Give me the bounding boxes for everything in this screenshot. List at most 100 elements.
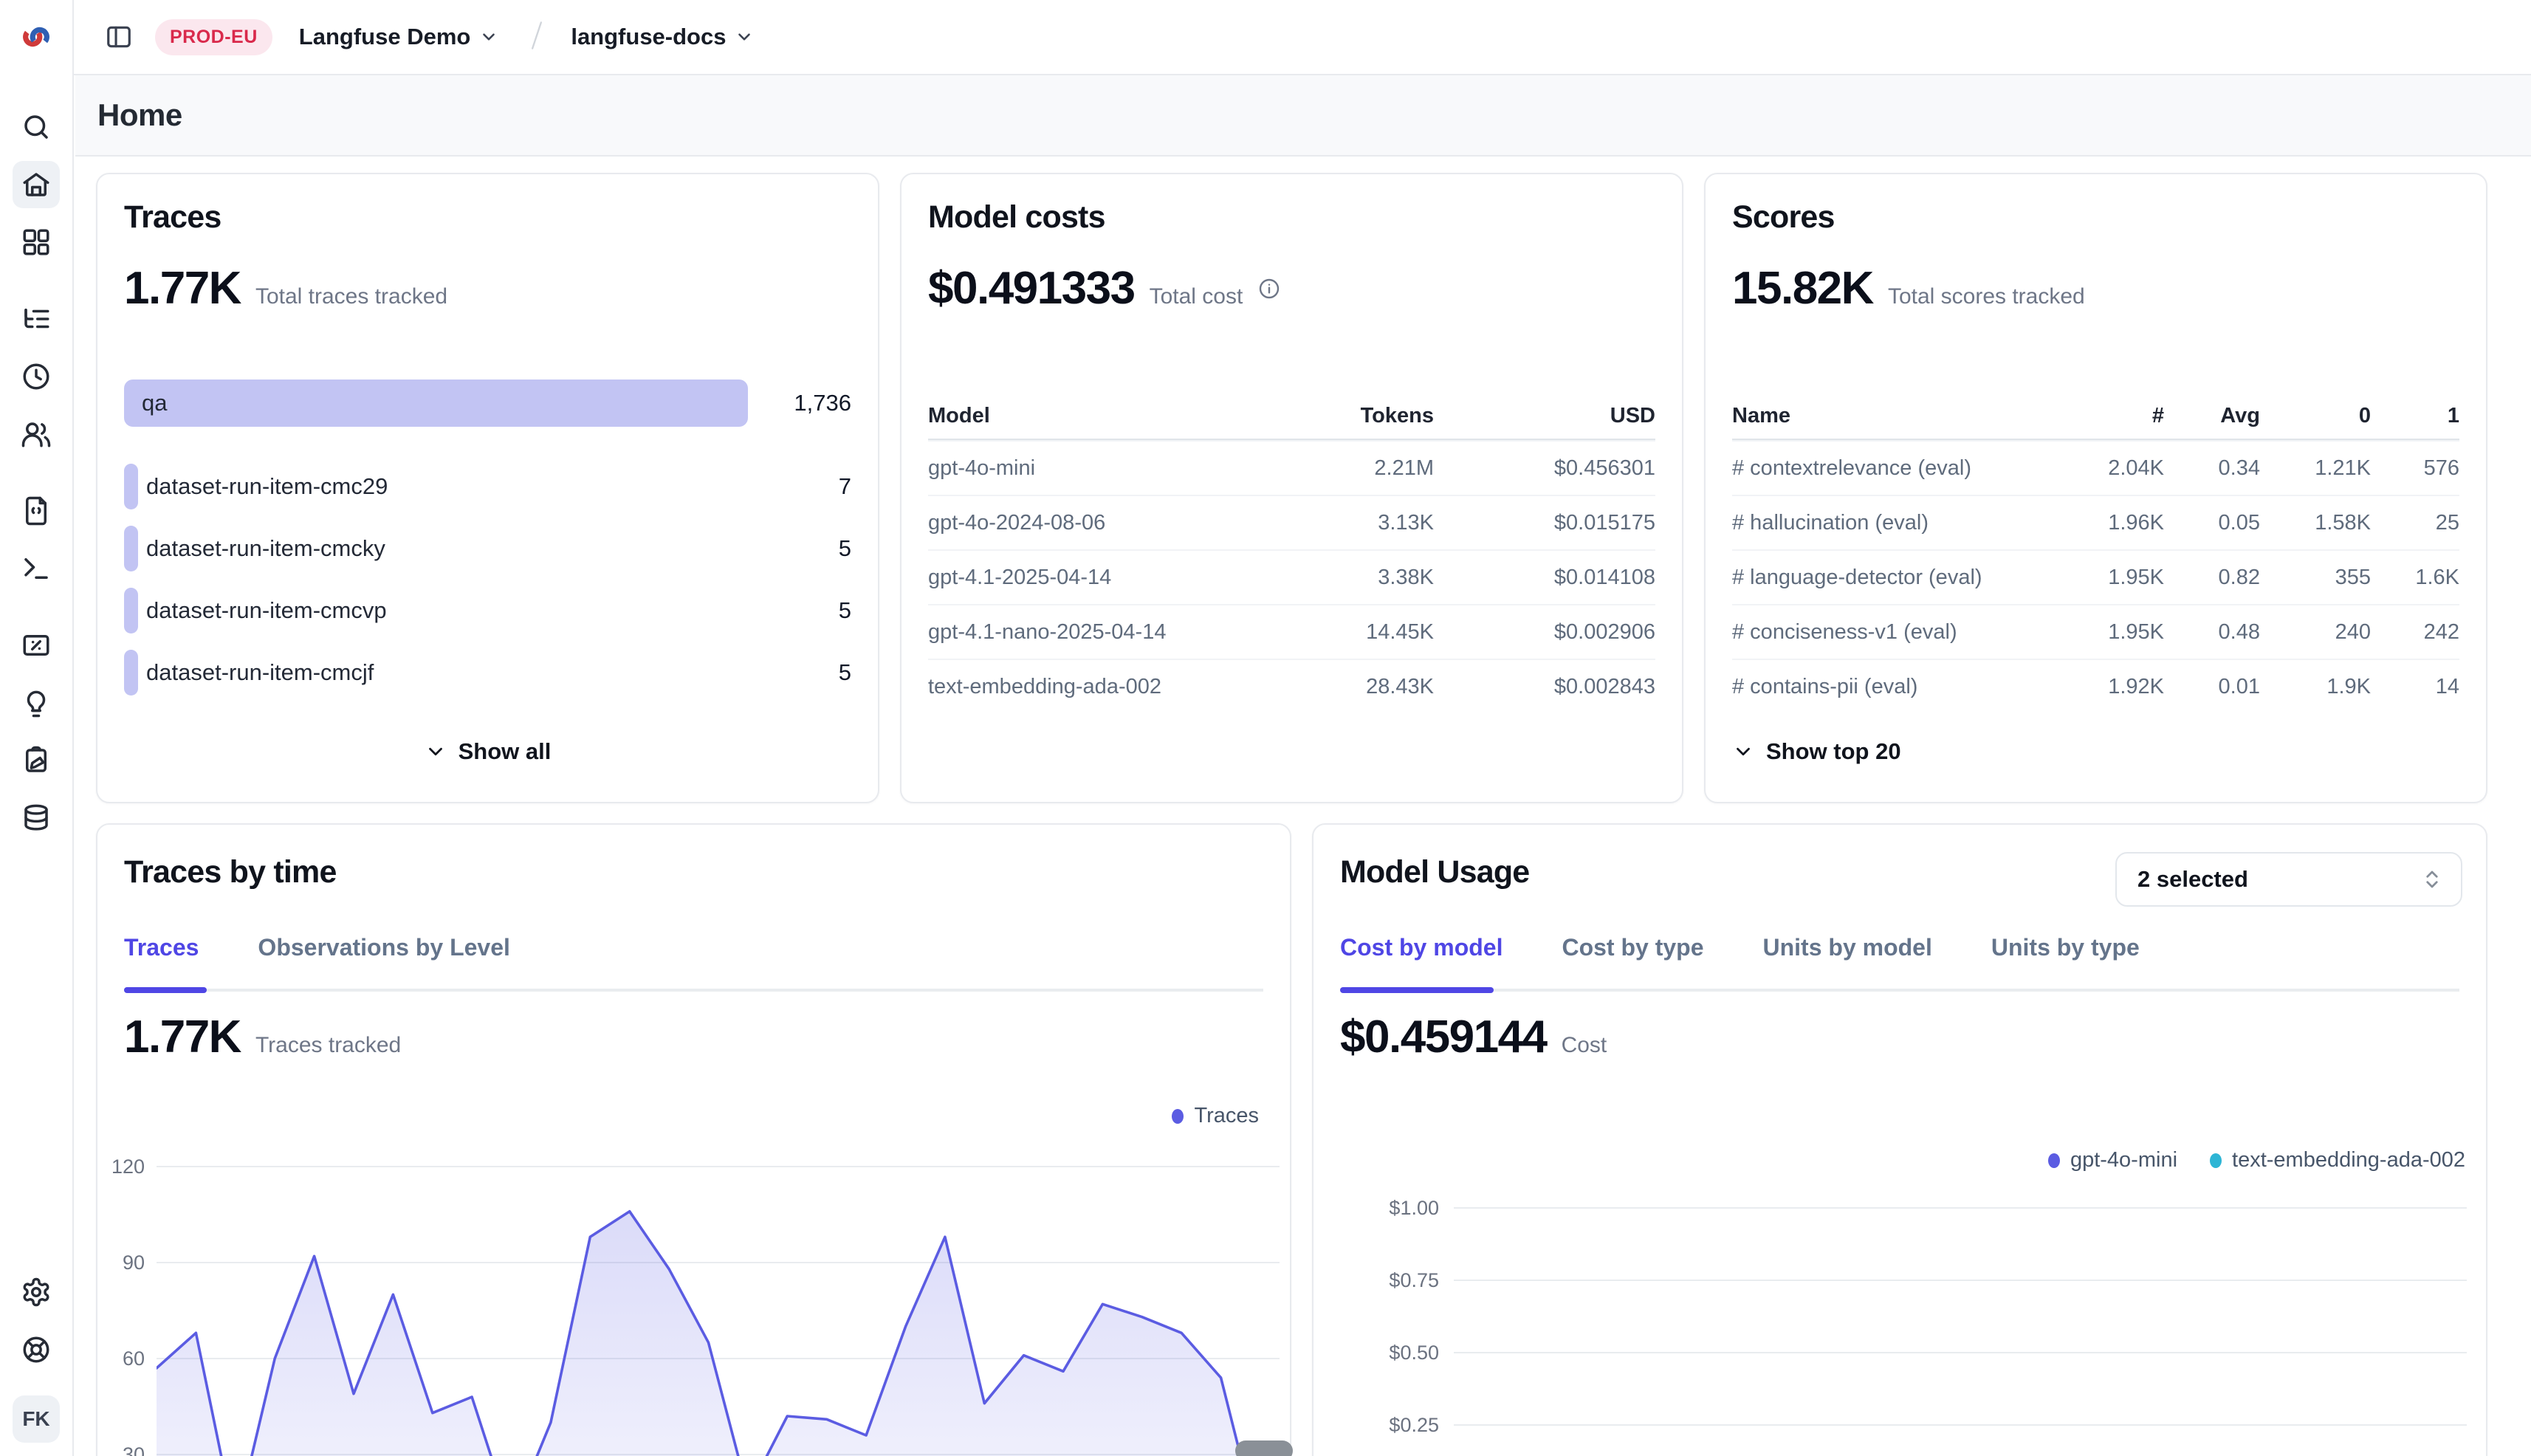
y-tick: $0.50 (1328, 1342, 1439, 1364)
model-costs-table: Model Tokens USD gpt-4o-mini 2.21M $0.45… (928, 393, 1655, 713)
sidebar-item-prompts[interactable] (13, 487, 60, 535)
gridline (1454, 1424, 2467, 1426)
sidebar-nav (13, 103, 60, 842)
table-header: Model Tokens USD (928, 393, 1655, 440)
legend-item: text-embedding-ada-002 (2210, 1148, 2465, 1172)
card-title: Model costs (928, 199, 1655, 236)
sidebar-item-annotation[interactable] (13, 737, 60, 784)
y-tick: 30 (97, 1443, 145, 1456)
sidebar-toggle-button[interactable] (105, 23, 133, 51)
bar (124, 526, 138, 571)
main-content: Traces 1.77K Total traces tracked qa 1,7… (96, 173, 2487, 1456)
tab-units-by-model[interactable]: Units by model (1754, 934, 1941, 961)
sidebar-item-users[interactable] (13, 411, 60, 458)
avatar[interactable]: FK (13, 1395, 60, 1443)
info-icon[interactable] (1257, 277, 1281, 301)
tab-traces[interactable]: Traces (115, 934, 207, 961)
dashboard-grid-icon (21, 227, 52, 258)
legend-dot (2048, 1153, 2060, 1168)
bar-label: qa (142, 390, 167, 416)
model-costs-card: Model costs $0.491333 Total cost Model T… (900, 173, 1683, 803)
bar-label: dataset-run-item-cmcjf (146, 659, 374, 686)
org-name: Langfuse Demo (299, 24, 471, 50)
sidebar: FK (0, 0, 74, 1456)
tab-cost-by-type[interactable]: Cost by type (1553, 934, 1712, 961)
total-cost-label: Total cost (1150, 284, 1243, 309)
prompts-file-icon (21, 495, 52, 526)
total-cost: $0.491333 (928, 262, 1135, 315)
bar-row: dataset-run-item-cmc29 7 (124, 464, 851, 509)
chevrons-up-down-icon (2421, 868, 2443, 890)
table-header: Name # Avg 0 1 (1732, 393, 2459, 440)
y-tick: $0.25 (1328, 1414, 1439, 1437)
database-icon (21, 803, 52, 834)
chart-legend: gpt-4o-mini text-embedding-ada-002 (2048, 1148, 2465, 1172)
model-usage-card: Model Usage 2 selected Cost by model Cos… (1312, 823, 2487, 1456)
org-switcher[interactable]: Langfuse Demo (299, 24, 499, 50)
home-icon (21, 169, 52, 200)
model-usage-tabs: Cost by model Cost by type Units by mode… (1331, 934, 2149, 961)
traces-by-time-card: Traces by time Traces Observations by Le… (96, 823, 1291, 1456)
y-tick: 120 (97, 1155, 145, 1178)
bar-count: 5 (748, 588, 851, 633)
card-title: Traces by time (124, 854, 337, 890)
sidebar-item-tracing[interactable] (13, 295, 60, 343)
settings-gear-icon (21, 1277, 52, 1308)
bar (124, 588, 138, 633)
bar-label: dataset-run-item-cmcky (146, 535, 385, 562)
table-row: text-embedding-ada-002 28.43K $0.002843 (928, 659, 1655, 713)
chevron-down-icon (1732, 741, 1754, 763)
scores-table: Name # Avg 0 1 # contextrelevance (eval)… (1732, 393, 2459, 713)
show-top-20-button[interactable]: Show top 20 (1732, 738, 1901, 765)
table-row: # contains-pii (eval) 1.92K 0.01 1.9K 14 (1732, 659, 2459, 713)
langfuse-logo-icon[interactable] (19, 20, 53, 54)
support-button[interactable] (13, 1326, 60, 1373)
legend-item: gpt-4o-mini (2048, 1148, 2177, 1172)
sidebar-item-search[interactable] (13, 103, 60, 151)
page-title: Home (97, 97, 182, 133)
sidebar-bottom: FK (13, 1268, 60, 1456)
tab-observations-by-level[interactable]: Observations by Level (249, 934, 518, 961)
traces-card: Traces 1.77K Total traces tracked qa 1,7… (96, 173, 879, 803)
sidebar-item-datasets[interactable] (13, 794, 60, 842)
bar-label: dataset-run-item-cmcvp (146, 597, 387, 624)
sidebar-item-judge[interactable] (13, 679, 60, 727)
chevron-down-icon (479, 27, 498, 47)
users-icon (21, 419, 52, 450)
table-row: # contextrelevance (eval) 2.04K 0.34 1.2… (1732, 440, 2459, 495)
bar-label: dataset-run-item-cmc29 (146, 473, 388, 500)
bar-count: 5 (748, 526, 851, 571)
traces-total-label: Total traces tracked (255, 284, 447, 309)
page-header: Home (75, 75, 2531, 157)
bar-count: 7 (748, 464, 851, 509)
table-row: # language-detector (eval) 1.95K 0.82 35… (1732, 549, 2459, 604)
sidebar-item-evaluation[interactable] (13, 622, 60, 669)
bar-count: 1,736 (748, 380, 851, 427)
tab-units-by-type[interactable]: Units by type (1982, 934, 2149, 961)
card-title: Traces (124, 199, 851, 236)
gridline (1454, 1280, 2467, 1281)
sidebar-item-dashboards[interactable] (13, 219, 60, 266)
y-tick: $1.00 (1328, 1197, 1439, 1220)
annotation-lightbulb-icon (21, 687, 52, 718)
sidebar-item-sessions[interactable] (13, 353, 60, 400)
tab-track (124, 989, 1263, 992)
chart-legend: Traces (1172, 1104, 1259, 1128)
settings-button[interactable] (13, 1268, 60, 1316)
bar-row: qa 1,736 (124, 380, 851, 427)
sidebar-item-playground[interactable] (13, 545, 60, 592)
bar (124, 650, 138, 696)
project-switcher[interactable]: langfuse-docs (571, 24, 754, 50)
scrollbar-thumb[interactable] (1235, 1440, 1293, 1456)
scores-total: 15.82K (1732, 262, 1873, 315)
tab-track (1340, 989, 2459, 992)
traces-bar-list: qa 1,736 dataset-run-item-cmc29 7 (124, 380, 851, 712)
card-title: Scores (1732, 199, 2459, 236)
bar (124, 380, 748, 427)
model-select[interactable]: 2 selected (2115, 852, 2462, 907)
app: FK PROD-EU Langfuse Demo langfuse-docs H… (0, 0, 2531, 1456)
show-all-button[interactable]: Show all (425, 738, 552, 765)
sidebar-item-home[interactable] (13, 161, 60, 208)
tab-cost-by-model[interactable]: Cost by model (1331, 934, 1511, 961)
table-row: gpt-4.1-2025-04-14 3.38K $0.014108 (928, 549, 1655, 604)
